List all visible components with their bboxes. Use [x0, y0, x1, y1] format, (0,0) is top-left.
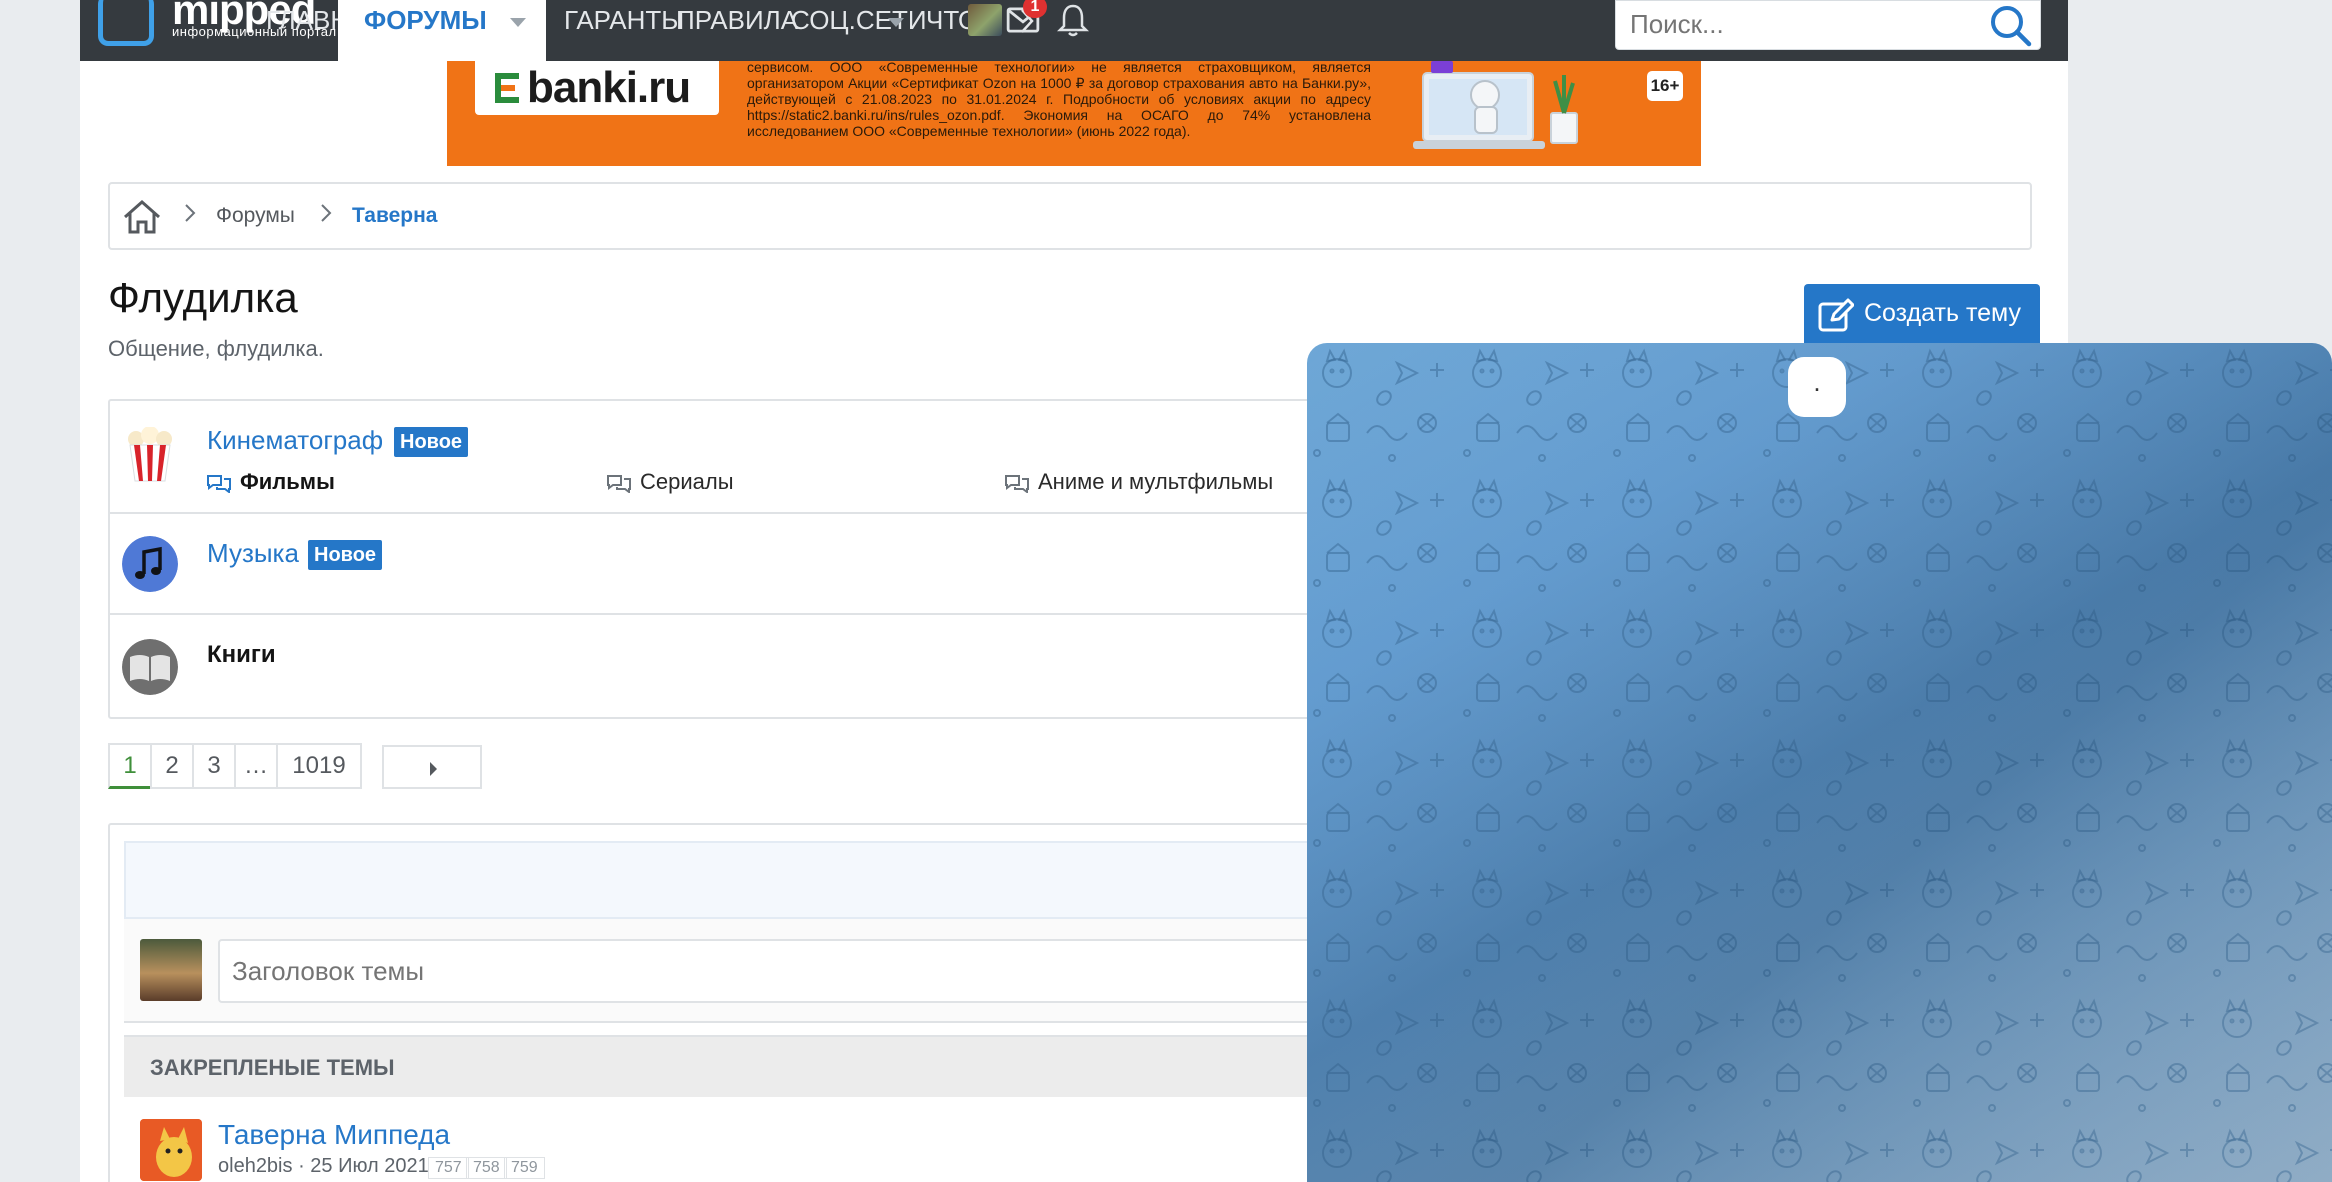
gamepad-logo-icon [98, 0, 154, 46]
new-badge: Новое [394, 427, 469, 457]
ad-banner[interactable]: banki.ru сервисом. ООО «Современные техн… [447, 59, 1701, 166]
page-link-last[interactable]: 1019 [276, 743, 362, 789]
home-icon[interactable] [122, 198, 162, 236]
chat-bubbles-icon [207, 475, 231, 493]
breadcrumb-tavern[interactable]: Таверна [352, 204, 438, 228]
subforum-child-films[interactable]: Фильмы [240, 469, 335, 495]
nav-social-dropdown[interactable] [882, 0, 912, 61]
topic-author[interactable]: oleh2bis [218, 1155, 293, 1177]
chevron-down-icon [888, 18, 904, 27]
popcorn-icon [128, 427, 172, 482]
topic-meta: oleh2bis · 25 Июл 2021 [218, 1155, 429, 1178]
ad-legal-text: сервисом. ООО «Современные технологии» н… [747, 59, 1371, 139]
chat-bubbles-icon [607, 475, 631, 493]
subforum-child-anime[interactable]: Аниме и мультфильмы [1038, 469, 1273, 495]
banki-logo-icon [495, 73, 519, 103]
subforum-child-series[interactable]: Сериалы [640, 469, 734, 495]
nav-tab-rules[interactable]: Правила [676, 0, 798, 61]
page-ellipsis[interactable]: … [234, 743, 278, 789]
music-note-icon [122, 536, 178, 592]
topic-page-link[interactable]: 758 [466, 1157, 507, 1179]
subforum-title-music[interactable]: Музыка [207, 538, 299, 569]
search-input[interactable] [1630, 7, 1960, 41]
nav-tab-guarantors[interactable]: Гаранты [564, 0, 684, 61]
user-avatar [140, 939, 202, 1001]
cat-avatar[interactable] [140, 1119, 202, 1181]
subforum-title-books[interactable]: Книги [207, 641, 276, 669]
user-avatar[interactable] [968, 4, 1002, 36]
breadcrumb-forums[interactable]: Форумы [216, 204, 295, 228]
chat-bubbles-icon [1005, 475, 1029, 493]
chat-widget-panel[interactable]: . [1307, 343, 2332, 1182]
topic-page-link[interactable]: 757 [428, 1157, 469, 1179]
search-box [1615, 0, 2041, 50]
page-next-button[interactable] [382, 745, 482, 789]
page-title: Флудилка [108, 274, 298, 321]
ad-brand-text: banki.ru [527, 63, 691, 112]
mail-count-badge: 1 [1023, 0, 1047, 18]
doodle-pattern-background [1307, 343, 2332, 1182]
topic-page-link[interactable]: 759 [504, 1157, 545, 1179]
page-link-1[interactable]: 1 [108, 743, 152, 789]
bell-icon[interactable] [1056, 2, 1090, 38]
page-description: Общение, флудилка. [108, 336, 324, 361]
chevron-right-icon [185, 204, 196, 222]
book-icon [122, 639, 178, 695]
create-topic-button[interactable]: Создать тему [1804, 284, 2040, 344]
nav-forums-dropdown[interactable] [492, 0, 546, 61]
ad-brand-logo: banki.ru [475, 61, 719, 115]
breadcrumb: Форумы Таверна [108, 182, 2032, 250]
subforum-title-cinema[interactable]: Кинематограф [207, 425, 383, 456]
new-badge: Новое [308, 540, 383, 570]
chevron-down-icon [510, 18, 526, 27]
age-rating-badge: 16+ [1647, 71, 1683, 101]
nav-tab-forums[interactable]: Форумы [338, 0, 513, 61]
topic-date[interactable]: 25 Июл 2021 [310, 1155, 428, 1177]
topic-title[interactable]: Таверна Миппеда [218, 1119, 450, 1151]
meta-separator: · [298, 1155, 311, 1177]
search-icon[interactable] [1988, 3, 2032, 47]
pinned-topics-label: Закрепленые темы [150, 1055, 395, 1080]
edit-icon [1818, 298, 1854, 332]
chevron-right-icon [321, 204, 332, 222]
page-link-3[interactable]: 3 [192, 743, 236, 789]
laptop-robot-illustration [1413, 61, 1578, 149]
chat-date-pill: . [1788, 357, 1846, 417]
page-link-2[interactable]: 2 [150, 743, 194, 789]
create-topic-label: Создать тему [1864, 299, 2021, 327]
top-navbar: mipped информационный портал Главная Фор… [80, 0, 2068, 61]
